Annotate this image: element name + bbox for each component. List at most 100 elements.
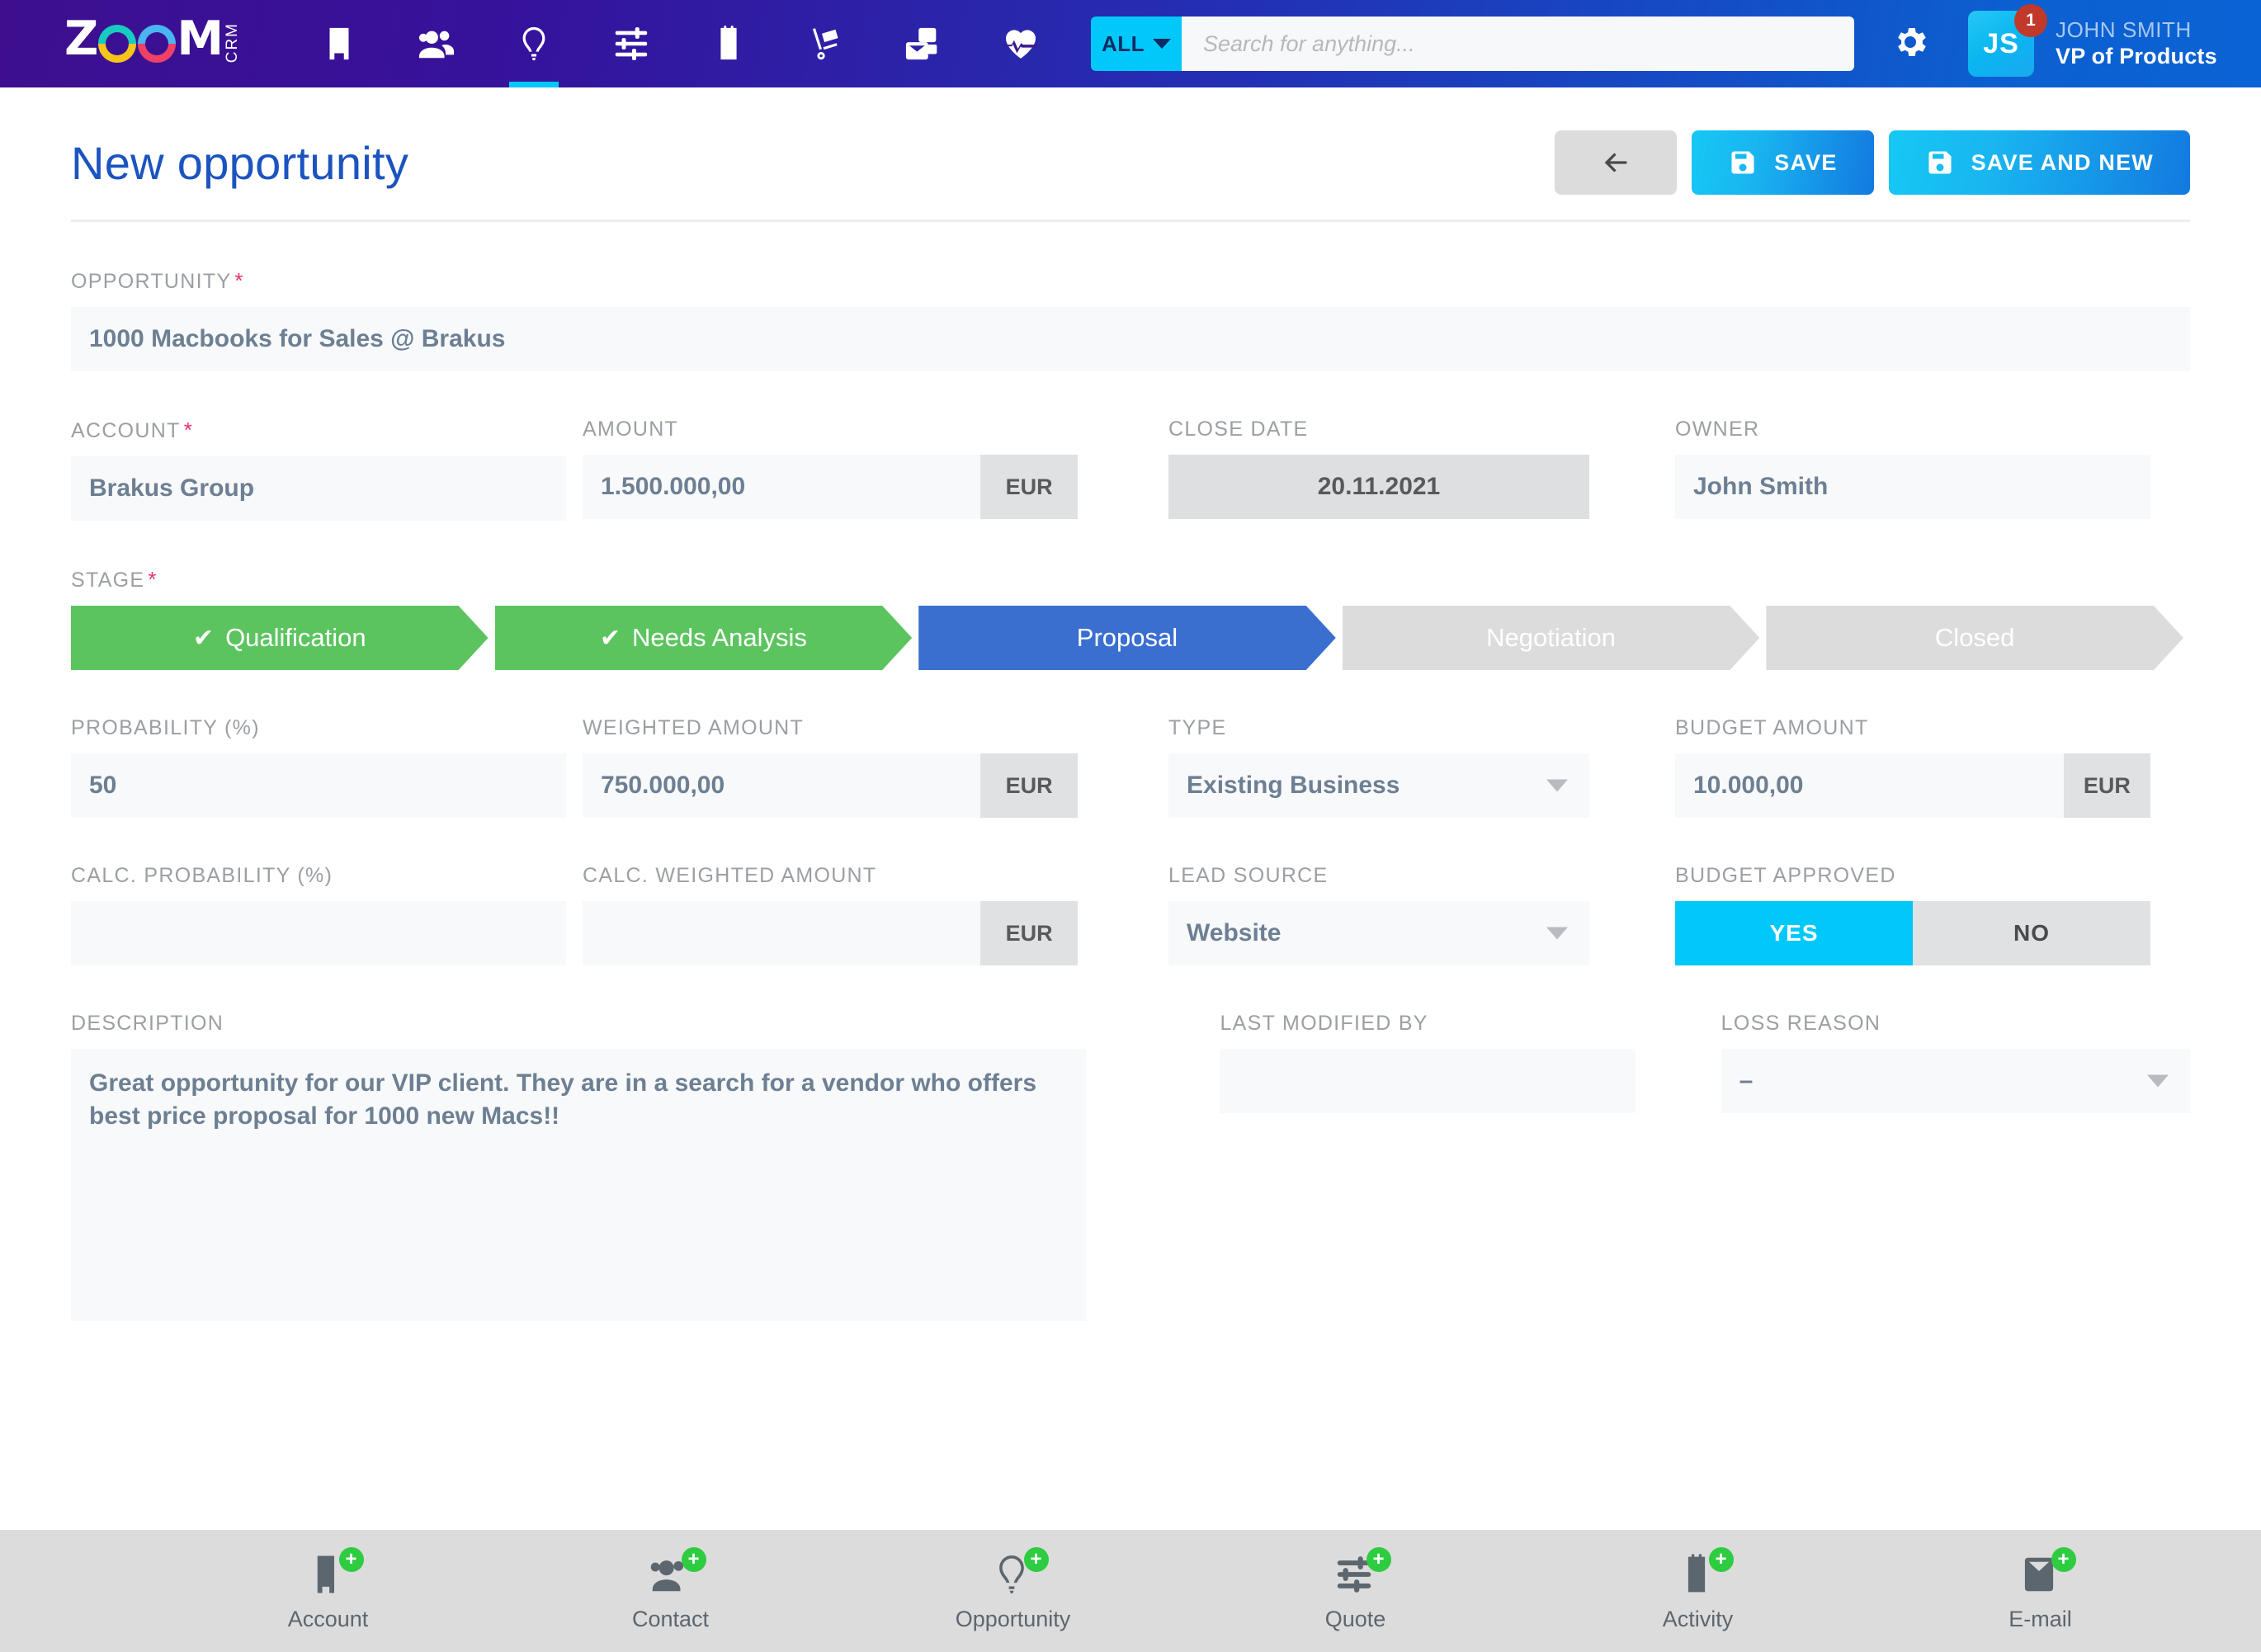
quick-create-opportunity-label: Opportunity [955, 1606, 1071, 1631]
field-budget-amount: BUDGET AMOUNT EUR [1606, 716, 2150, 818]
header-actions: SAVE SAVE AND NEW [1555, 130, 2190, 195]
stage-step-label: Negotiation [1486, 623, 1616, 652]
quick-create-contact[interactable]: + Contact [499, 1546, 842, 1632]
opportunity-label: OPPORTUNITY * [71, 268, 2190, 294]
required-asterisk: * [183, 418, 194, 442]
field-amount: AMOUNT EUR [583, 418, 1094, 521]
field-lead-source: LEAD SOURCE [1094, 864, 1606, 965]
page-title: New opportunity [71, 136, 409, 189]
save-button-label: SAVE [1774, 149, 1838, 175]
app-logo[interactable]: Z M CRM [0, 0, 248, 87]
people-icon [418, 31, 455, 59]
logo-ring-1 [98, 25, 137, 63]
form-row-account: ACCOUNT* AMOUNT EUR CLOSE DATE OWNER [71, 418, 2190, 521]
loss-reason-select[interactable] [1721, 1049, 2190, 1113]
check-icon: ✔ [192, 624, 215, 652]
field-type: TYPE [1094, 716, 1606, 818]
quick-create-bar: + Account + Contact + Opportunity + Quot… [0, 1530, 2261, 1652]
weighted-amount-input[interactable] [583, 753, 981, 818]
account-label-text: ACCOUNT [71, 419, 181, 442]
quick-create-quote-label: Quote [1324, 1606, 1386, 1631]
plus-icon: + [681, 1546, 706, 1572]
plus-icon: + [338, 1546, 364, 1572]
plus-icon: + [2051, 1546, 2076, 1572]
back-button[interactable] [1555, 130, 1678, 195]
quick-create-account[interactable]: + Account [157, 1546, 499, 1632]
field-loss-reason: LOSS REASON [1652, 1012, 2190, 1325]
form-row-probability: PROBABILITY (%) WEIGHTED AMOUNT EUR TYPE… [71, 716, 2190, 818]
arrow-left-icon [1604, 153, 1627, 172]
quick-create-activity-label: Activity [1662, 1606, 1734, 1631]
budget-approved-yes[interactable]: YES [1675, 901, 1913, 965]
stage-step-proposal[interactable]: Proposal [918, 606, 1336, 670]
stage-label: STAGE * [71, 567, 2190, 592]
search-scope-label: ALL [1101, 31, 1145, 56]
budget-approved-label: BUDGET APPROVED [1675, 864, 1896, 887]
stage-step-negotiation[interactable]: Negotiation [1343, 606, 1760, 670]
field-weighted-amount: WEIGHTED AMOUNT EUR [583, 716, 1094, 818]
stage-step-needs-analysis[interactable]: ✔ Needs Analysis [495, 606, 913, 670]
top-navigation-bar: Z M CRM ALL Search for anything... JS 1 … [0, 0, 2261, 87]
form-row-description: DESCRIPTION Great opportunity for our VI… [71, 1012, 2190, 1325]
close-date-label: CLOSE DATE [1168, 418, 1309, 441]
quick-create-quote[interactable]: + Quote [1184, 1546, 1527, 1632]
calendar-device-icon [720, 25, 737, 60]
nav-item-emails[interactable] [875, 0, 972, 87]
quick-create-opportunity[interactable]: + Opportunity [842, 1546, 1184, 1632]
stage-step-label: Proposal [1076, 623, 1178, 652]
owner-label: OWNER [1675, 418, 1760, 441]
search-scope-dropdown[interactable]: ALL [1091, 17, 1182, 71]
save-button[interactable]: SAVE [1692, 130, 1874, 195]
close-date-input[interactable] [1168, 455, 1589, 519]
stage-step-closed[interactable]: Closed [1766, 606, 2183, 670]
calc-weighted-amount-label: CALC. WEIGHTED AMOUNT [583, 864, 877, 887]
weighted-amount-label: WEIGHTED AMOUNT [583, 716, 805, 739]
stage-section: STAGE * ✔ Qualification ✔ Needs Analysis … [71, 567, 2190, 670]
budget-approved-no[interactable]: NO [1913, 901, 2150, 965]
calc-weighted-amount-input [583, 901, 981, 965]
quick-create-activity[interactable]: + Activity [1527, 1546, 1869, 1632]
form-row-opportunity: OPPORTUNITY * [71, 268, 2190, 371]
sliders-icon [615, 27, 648, 60]
opportunity-input[interactable] [71, 307, 2190, 371]
search-input[interactable] [1182, 17, 1854, 71]
amount-input[interactable] [583, 455, 981, 519]
opportunity-label-text: OPPORTUNITY [71, 270, 232, 293]
plus-icon: + [1366, 1546, 1391, 1572]
nav-item-quotes[interactable] [583, 0, 680, 87]
probability-input[interactable] [71, 753, 566, 818]
nav-item-activities[interactable] [680, 0, 777, 87]
opportunity-form: OPPORTUNITY* ACCOUNT* AMOUNT EUR [71, 222, 2190, 1325]
save-icon [1731, 151, 1754, 174]
hand-truck-icon [812, 28, 838, 60]
lead-source-label: LEAD SOURCE [1168, 864, 1329, 887]
owner-input[interactable] [1675, 455, 2150, 519]
nav-item-orders[interactable] [777, 0, 875, 87]
loss-reason-label: LOSS REASON [1721, 1012, 1881, 1035]
account-input[interactable] [71, 456, 566, 521]
page-header: New opportunity SAVE SAVE AND NEW [71, 87, 2190, 222]
nav-item-accounts[interactable] [290, 0, 388, 87]
global-search: ALL [1091, 17, 1854, 71]
account-label: ACCOUNT * [71, 418, 566, 443]
notification-badge[interactable]: 1 [2014, 4, 2047, 37]
field-calc-probability: CALC. PROBABILITY (%) [71, 864, 583, 965]
nav-item-analytics[interactable] [972, 0, 1069, 87]
gear-icon [1898, 27, 1926, 56]
field-description: DESCRIPTION Great opportunity for our VI… [71, 1012, 1145, 1325]
user-profile[interactable]: JS 1 JOHN SMITH VP of Products [1968, 4, 2217, 77]
field-calc-weighted-amount: CALC. WEIGHTED AMOUNT EUR [583, 864, 1094, 965]
required-asterisk: * [148, 567, 158, 592]
nav-item-contacts[interactable] [388, 0, 485, 87]
stage-step-label: Needs Analysis [631, 623, 807, 652]
save-icon [1928, 151, 1952, 174]
nav-item-opportunities[interactable] [485, 0, 583, 87]
save-and-new-button[interactable]: SAVE AND NEW [1888, 130, 2190, 195]
lead-source-select[interactable] [1168, 901, 1589, 965]
description-textarea[interactable]: Great opportunity for our VIP client. Th… [71, 1049, 1086, 1321]
settings-button[interactable] [1890, 22, 1930, 66]
type-select[interactable] [1168, 753, 1589, 818]
quick-create-email[interactable]: + E-mail [1869, 1546, 2211, 1632]
stage-step-qualification[interactable]: ✔ Qualification [71, 606, 489, 670]
budget-amount-input[interactable] [1675, 753, 2064, 818]
